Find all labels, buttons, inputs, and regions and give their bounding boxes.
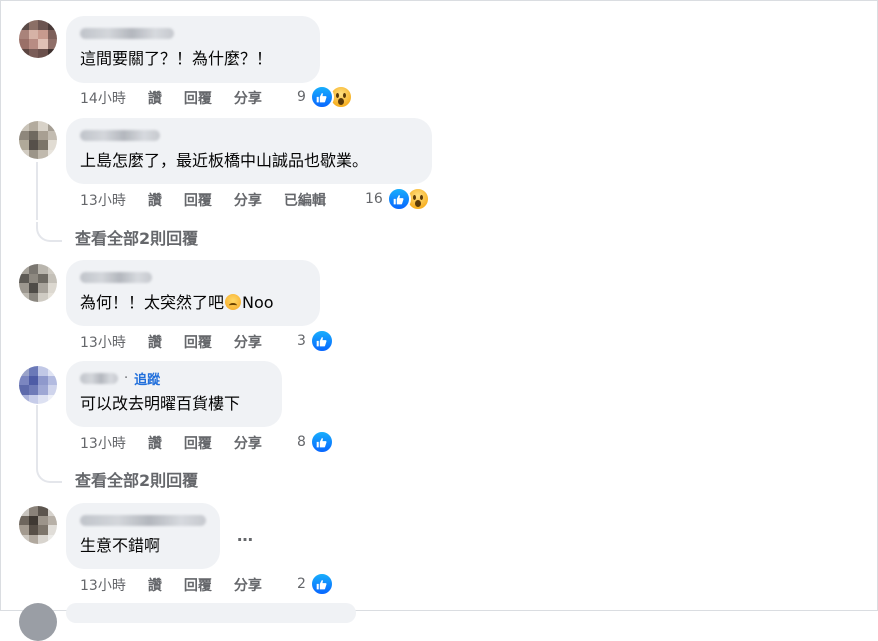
comment-bubble: 上島怎麼了，最近板橋中山誠品也歇業。	[66, 118, 432, 184]
edited-label[interactable]: 已編輯	[284, 190, 326, 210]
like-icon	[386, 187, 411, 211]
like-icon	[309, 572, 334, 596]
like-icon	[309, 85, 334, 109]
comment-time[interactable]: 13小時	[80, 433, 126, 453]
more-options-button[interactable]: …	[237, 526, 254, 545]
share-button[interactable]: 分享	[234, 88, 262, 108]
avatar[interactable]	[19, 121, 57, 159]
like-button[interactable]: 讚	[148, 88, 162, 108]
comment-actions: 13小時 讚 回覆 分享	[80, 432, 284, 454]
share-button[interactable]: 分享	[234, 575, 262, 595]
reply-button[interactable]: 回覆	[184, 88, 212, 108]
reaction-count: 3	[297, 333, 306, 349]
thread-connector	[36, 222, 62, 242]
comment-time[interactable]: 13小時	[80, 575, 126, 595]
view-replies-link[interactable]: 查看全部2則回覆	[75, 467, 198, 491]
comment-actions: 13小時 讚 回覆 分享 已編輯	[80, 189, 348, 211]
comment-actions: 13小時 讚 回覆 分享	[80, 331, 284, 353]
comment-actions: 14小時 讚 回覆 分享	[80, 87, 284, 109]
comment-bubble: 這間要關了？！為什麼？！	[66, 16, 320, 83]
thread-connector	[36, 463, 62, 483]
like-icon	[309, 430, 334, 454]
comment-text: 這間要關了？！為什麼？！	[80, 49, 273, 68]
reaction-count: 16	[365, 191, 383, 207]
like-icon	[309, 329, 334, 353]
reaction-count: 9	[297, 89, 306, 105]
reply-button[interactable]: 回覆	[184, 575, 212, 595]
avatar[interactable]	[19, 20, 57, 58]
share-button[interactable]: 分享	[234, 433, 262, 453]
like-button[interactable]: 讚	[148, 433, 162, 453]
comment-bubble: 為何！！太突然了吧 Noo	[66, 260, 320, 326]
comment-text: 生意不錯啊	[80, 536, 161, 555]
comment-time[interactable]: 13小時	[80, 332, 126, 352]
crying-face-emoji	[225, 294, 242, 310]
like-button[interactable]: 讚	[148, 575, 162, 595]
comment-time[interactable]: 13小時	[80, 190, 126, 210]
reaction-summary[interactable]: 8	[297, 430, 334, 454]
share-button[interactable]: 分享	[234, 190, 262, 210]
like-button[interactable]: 讚	[148, 190, 162, 210]
reply-button[interactable]: 回覆	[184, 433, 212, 453]
avatar[interactable]	[19, 264, 57, 302]
share-button[interactable]: 分享	[234, 332, 262, 352]
thread-line	[36, 162, 38, 220]
comment-bubble: 生意不錯啊	[66, 503, 220, 569]
comment-text: 上島怎麼了，最近板橋中山誠品也歇業。	[80, 151, 369, 170]
author-name[interactable]	[80, 271, 152, 283]
comment-text: 可以改去明曜百貨樓下	[80, 394, 241, 413]
comment-bubble: · 追蹤 可以改去明曜百貨樓下	[66, 361, 282, 427]
comment-text: 為何！！太突然了吧 Noo	[80, 293, 274, 312]
reaction-count: 8	[297, 434, 306, 450]
comment-actions: 13小時 讚 回覆 分享	[80, 574, 284, 596]
author-name[interactable]	[80, 129, 160, 141]
reaction-count: 2	[297, 576, 306, 592]
reaction-summary[interactable]: 9	[297, 85, 353, 109]
avatar[interactable]	[19, 506, 57, 544]
avatar[interactable]	[19, 366, 57, 404]
author-name[interactable]	[80, 372, 118, 384]
follow-button[interactable]: 追蹤	[134, 369, 160, 388]
comment-time[interactable]: 14小時	[80, 88, 126, 108]
reaction-summary[interactable]: 16	[365, 187, 430, 211]
author-name[interactable]	[80, 27, 174, 39]
view-replies-link[interactable]: 查看全部2則回覆	[75, 225, 198, 249]
thread-line	[36, 405, 38, 463]
reply-button[interactable]: 回覆	[184, 190, 212, 210]
reaction-summary[interactable]: 3	[297, 329, 334, 353]
author-name[interactable]	[80, 514, 206, 526]
like-button[interactable]: 讚	[148, 332, 162, 352]
reply-button[interactable]: 回覆	[184, 332, 212, 352]
avatar[interactable]	[19, 603, 57, 641]
reaction-summary[interactable]: 2	[297, 572, 334, 596]
comment-bubble	[66, 603, 356, 623]
